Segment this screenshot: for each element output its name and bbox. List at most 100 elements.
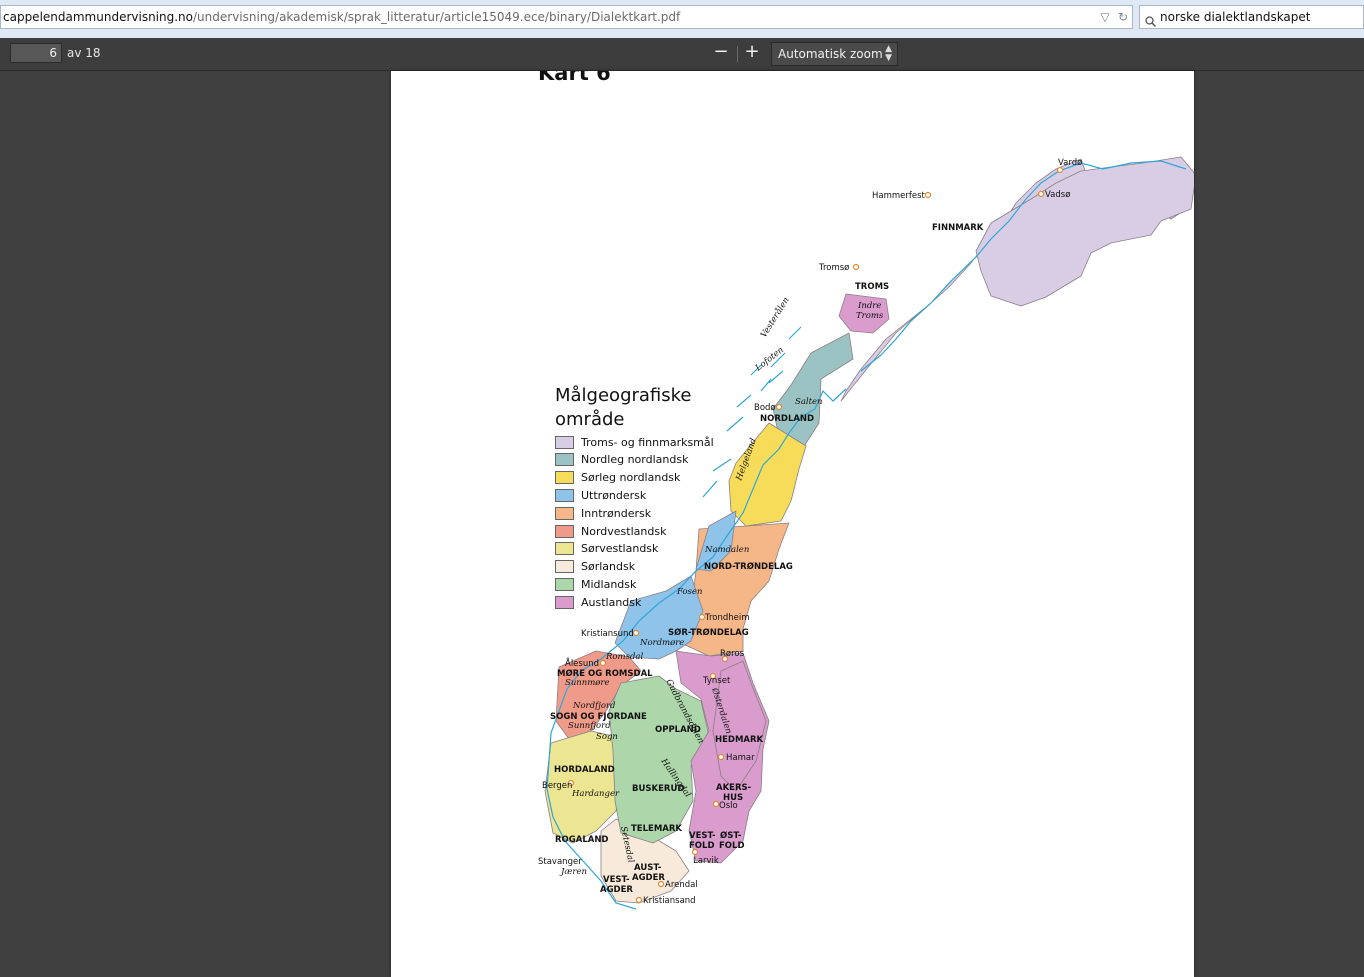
label-indre-troms-2: Troms — [856, 311, 884, 321]
label-tynset: Tynset — [702, 676, 731, 686]
label-ostfold-1: ØST- — [720, 830, 742, 841]
label-hedmark: HEDMARK — [715, 735, 764, 745]
label-sunnmore: Sunnmøre — [565, 678, 610, 688]
legend-item: Midlandsk — [555, 576, 636, 592]
search-input[interactable]: norske dialektlandskapet — [1156, 10, 1311, 24]
page-count: av 18 — [67, 46, 101, 60]
legend-item: Sørlandsk — [555, 559, 635, 575]
label-roros: Røros — [720, 649, 745, 659]
legend-item: Uttrøndersk — [555, 487, 646, 503]
label-lofoten: Lofoten — [753, 345, 786, 374]
url-text[interactable]: cappelendammundervisning.no/undervisning… — [1, 10, 1096, 24]
legend-title: Målgeografiske område — [555, 384, 755, 432]
url-path: /undervisning/akademisk/sprak_litteratur… — [193, 10, 681, 24]
label-sor-trondelag: SØR-TRØNDELAG — [668, 627, 749, 638]
legend-label: Inntrøndersk — [581, 506, 652, 520]
legend-item: Nordvestlandsk — [555, 523, 666, 539]
label-rogaland: ROGALAND — [555, 835, 609, 845]
page-number-input[interactable] — [10, 43, 62, 63]
label-akershus-1: AKERS- — [716, 783, 752, 793]
legend-label: Sørleg nordlandsk — [581, 471, 681, 485]
label-tromso: Tromsø — [818, 263, 849, 273]
label-stavanger: Stavanger — [538, 857, 582, 867]
zoom-in-button[interactable]: + — [740, 43, 764, 63]
label-arendal: Arendal — [665, 880, 698, 890]
pdf-page: Kart 6 Vardø Hammerfest Vadsø FINNMARK T… — [391, 71, 1194, 977]
label-sunnfjord: Sunnfjord — [568, 721, 611, 731]
history-dropdown-icon[interactable]: ▽ — [1096, 6, 1114, 28]
label-sogn: Sogn — [596, 732, 618, 742]
url-host: cappelendammundervisning.no — [3, 10, 193, 24]
label-namdalen: Namdalen — [704, 545, 749, 555]
legend-swatch — [555, 542, 574, 556]
label-nordfjord: Nordfjord — [572, 701, 616, 711]
address-bar[interactable]: cappelendammundervisning.no/undervisning… — [0, 5, 1133, 29]
label-aust-agder-2: AGDER — [632, 873, 665, 883]
label-indre-troms-1: Indre — [857, 301, 881, 311]
label-larvik: Larvik — [693, 856, 719, 866]
city-marker — [775, 403, 783, 411]
pdf-viewer[interactable]: Kart 6 Vardø Hammerfest Vadsø FINNMARK T… — [0, 71, 1364, 977]
label-bodo: Bodø — [754, 403, 776, 413]
label-vestfold-1: VEST- — [689, 831, 716, 841]
pdf-toolbar: av 18 − + Automatisk zoom ▲▼ — [0, 38, 1364, 71]
label-bergen: Bergen — [542, 781, 572, 791]
label-vardo: Vardø — [1058, 158, 1082, 168]
city-marker — [635, 896, 643, 904]
legend-item: Sørvestlandsk — [555, 541, 658, 557]
city-marker — [852, 263, 860, 271]
label-fosen: Fosen — [676, 587, 702, 597]
label-kristiansand: Kristiansand — [643, 896, 696, 906]
label-hamar: Hamar — [726, 753, 755, 763]
legend-label: Midlandsk — [581, 577, 637, 591]
legend-item: Nordleg nordlandsk — [555, 452, 688, 468]
legend-swatch — [555, 506, 574, 520]
legend-swatch — [555, 560, 574, 574]
label-finnmark: FINNMARK — [932, 223, 984, 233]
legend-item: Inntrøndersk — [555, 505, 651, 521]
label-romsdal: Romsdal — [605, 652, 643, 662]
label-hammerfest: Hammerfest — [872, 191, 926, 201]
zoom-select[interactable]: Automatisk zoom ▲ ▼ — [771, 42, 898, 66]
toolbar-separator — [737, 46, 738, 62]
select-arrows-icon: ▲ ▼ — [885, 44, 892, 63]
city-marker — [698, 613, 706, 621]
label-vadso: Vadsø — [1045, 190, 1070, 200]
dialect-map: Vardø Hammerfest Vadsø FINNMARK Tromsø T… — [538, 156, 1194, 910]
legend-swatch — [555, 435, 574, 449]
label-vestfold-2: FOLD — [689, 841, 715, 851]
label-jaeren: Jæren — [559, 867, 587, 877]
label-hordaland: HORDALAND — [554, 765, 615, 775]
search-bar[interactable]: norske dialektlandskapet — [1139, 5, 1364, 29]
label-vest-agder-2: AGDER — [600, 885, 633, 895]
legend-label: Troms- og finnmarksmål — [581, 435, 714, 449]
label-troms: TROMS — [855, 282, 889, 292]
label-vest-agder-1: VEST- — [603, 875, 630, 885]
legend-swatch — [555, 577, 574, 591]
legend-swatch — [555, 488, 574, 502]
label-oslo: Oslo — [719, 801, 738, 811]
city-marker — [1037, 190, 1045, 198]
city-marker — [632, 629, 640, 637]
label-nordmore: Nordmøre — [639, 638, 684, 648]
legend-item: Austlandsk — [555, 594, 641, 610]
city-marker — [1056, 166, 1064, 174]
label-salten: Salten — [795, 397, 823, 407]
reload-icon[interactable]: ↻ — [1114, 6, 1132, 28]
zoom-out-button[interactable]: − — [709, 43, 733, 63]
city-marker — [599, 659, 607, 667]
city-marker — [717, 753, 725, 761]
label-kristiansund: Kristiansund — [581, 629, 634, 639]
label-nord-trondelag: NORD-TRØNDELAG — [704, 561, 793, 572]
legend-label: Uttrøndersk — [581, 488, 647, 502]
search-icon — [1145, 12, 1157, 27]
region-finnmark-inner — [975, 156, 1194, 307]
legend-swatch — [555, 595, 574, 609]
city-marker — [924, 191, 932, 199]
label-trondheim: Trondheim — [704, 613, 750, 623]
legend-label: Nordleg nordlandsk — [581, 453, 689, 467]
legend-title-line2: område — [555, 409, 625, 430]
label-nordland: NORDLAND — [760, 414, 814, 424]
legend-label: Austlandsk — [581, 595, 642, 609]
legend-swatch — [555, 453, 574, 467]
